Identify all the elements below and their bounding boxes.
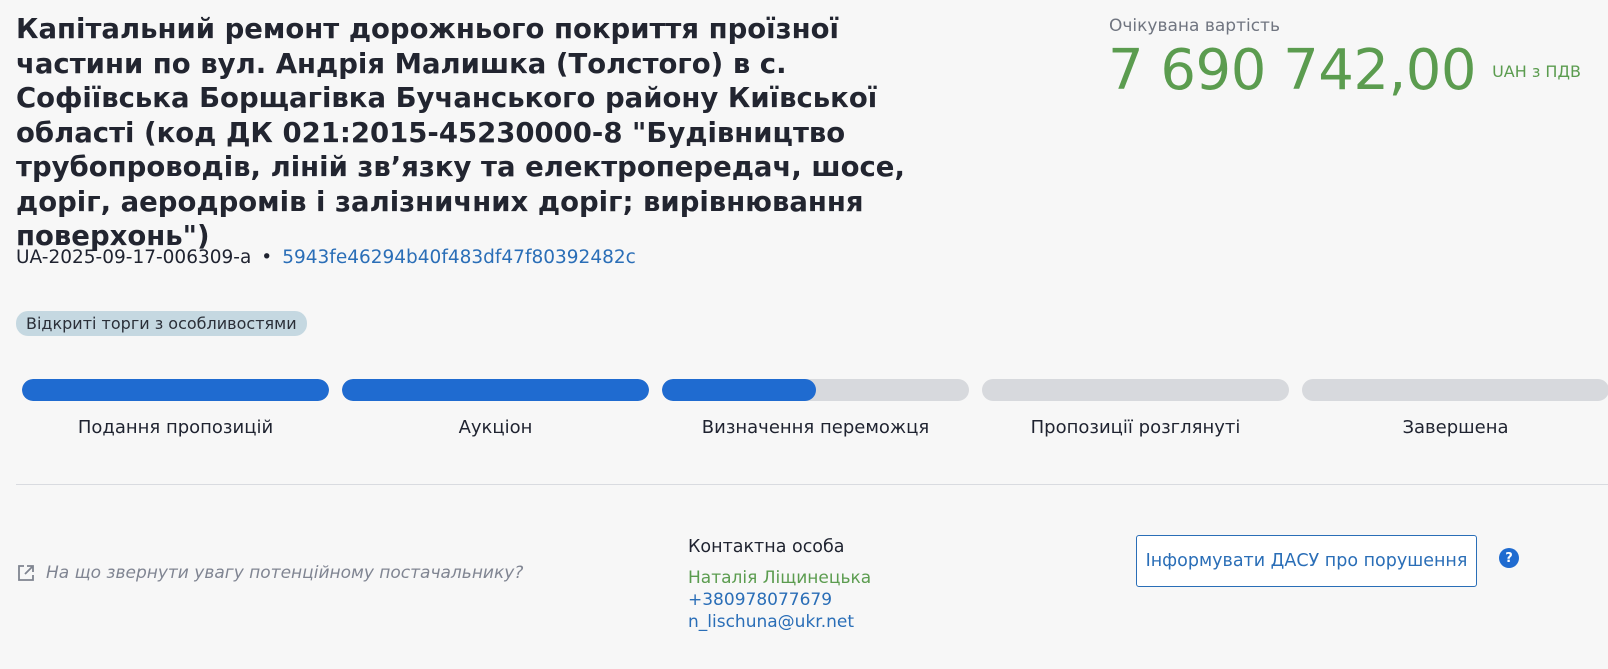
question-icon[interactable]: ?: [1499, 548, 1519, 568]
expected-value-amount: 7 690 742,00: [1108, 38, 1477, 103]
tender-code: UA-2025-09-17-006309-a: [16, 247, 252, 268]
stage-label: Аукціон: [458, 417, 533, 438]
contact-name: Наталія Ліщинецька: [688, 568, 872, 588]
stage-progress-bar: [662, 379, 969, 401]
stage-auction: Аукціон: [342, 379, 649, 440]
expected-value-currency: UAH з ПДВ: [1492, 62, 1581, 81]
supplier-hint-text: На що звернути увагу потенційному постач…: [46, 563, 524, 583]
external-link-icon: [18, 565, 34, 581]
tender-identifiers: UA-2025-09-17-006309-a • 5943fe46294b40f48…: [16, 246, 636, 270]
stage-winner-determination: Визначення переможця: [662, 379, 969, 440]
stage-progress-fill: [662, 379, 816, 401]
stage-progress-bar: [22, 379, 329, 401]
stage-progress-fill: [342, 379, 649, 401]
stage-submission: Подання пропозицій: [22, 379, 329, 440]
tender-stages-progress: Подання пропозицій Аукціон Визначення пе…: [22, 379, 1608, 449]
supplier-hint-link[interactable]: На що звернути увагу потенційному постач…: [16, 563, 523, 583]
report-dasu-button[interactable]: Інформувати ДАСУ про порушення: [1136, 535, 1477, 587]
stage-completed: Завершена: [1302, 379, 1608, 440]
stage-progress-bar: [982, 379, 1289, 401]
contact-email-link[interactable]: n_lischuna@ukr.net: [688, 611, 871, 633]
stage-label: Пропозиції розглянуті: [1030, 417, 1241, 438]
stage-progress-bar: [1302, 379, 1608, 401]
separator-dot: •: [261, 247, 273, 268]
stage-label: Завершена: [1402, 417, 1509, 438]
contact-phone-link[interactable]: +380978077679: [688, 589, 871, 611]
section-divider: [16, 484, 1608, 485]
tender-hash-link[interactable]: 5943fe46294b40f483df47f80392482c: [282, 247, 636, 268]
contact-person-block: Контактна особа Наталія Ліщинецька +3809…: [688, 536, 871, 633]
stage-progress-fill: [22, 379, 329, 401]
stage-label: Подання пропозицій: [77, 417, 274, 438]
procedure-type-badge: Відкриті торги з особливостями: [16, 311, 307, 336]
stage-progress-bar: [342, 379, 649, 401]
contact-title: Контактна особа: [688, 537, 845, 557]
tender-title: Капітальний ремонт дорожнього покриття п…: [16, 13, 905, 252]
stage-label: Визначення переможця: [701, 417, 930, 438]
stage-offers-reviewed: Пропозиції розглянуті: [982, 379, 1289, 440]
expected-value-block: Очікувана вартість 7 690 742,00 UAH з ПД…: [1108, 14, 1581, 108]
